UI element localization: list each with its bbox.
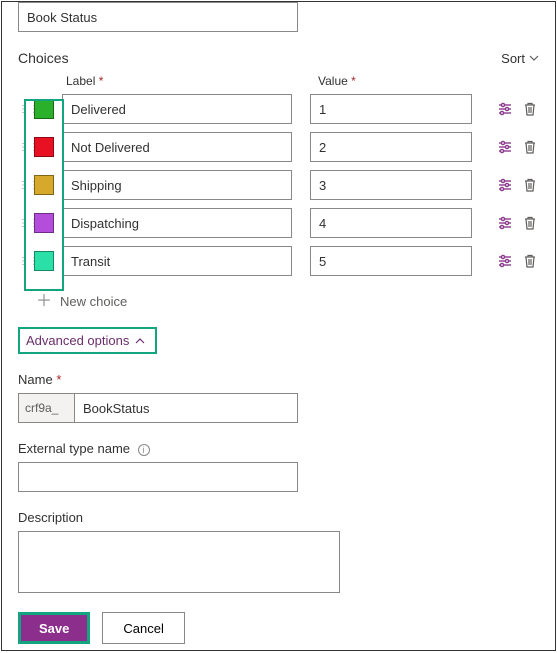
- sliders-icon[interactable]: [497, 139, 513, 155]
- choice-value-input[interactable]: [310, 208, 472, 238]
- color-swatch[interactable]: [34, 251, 54, 271]
- color-swatch[interactable]: [34, 213, 54, 233]
- color-swatch[interactable]: [34, 137, 54, 157]
- choice-row: ⋮⋮: [18, 168, 539, 202]
- advanced-options-label: Advanced options: [26, 333, 129, 348]
- choice-row: ⋮⋮: [18, 244, 539, 278]
- name-input[interactable]: [74, 393, 298, 423]
- chevron-up-icon: [135, 336, 145, 346]
- column-header-label: Label *: [66, 74, 314, 88]
- name-prefix: crf9a_: [18, 393, 74, 423]
- drag-handle-icon[interactable]: ⋮⋮: [18, 142, 30, 153]
- choice-label-input[interactable]: [62, 246, 292, 276]
- description-input[interactable]: [18, 531, 340, 593]
- trash-icon[interactable]: [523, 177, 537, 193]
- advanced-options-toggle[interactable]: Advanced options: [18, 327, 157, 354]
- choice-label-input[interactable]: [62, 208, 292, 238]
- choice-value-input[interactable]: [310, 170, 472, 200]
- new-choice-button[interactable]: ＋ New choice: [36, 294, 127, 309]
- color-swatch[interactable]: [34, 99, 54, 119]
- new-choice-label: New choice: [60, 294, 127, 309]
- choice-label-input[interactable]: [62, 170, 292, 200]
- external-type-input[interactable]: [18, 462, 298, 492]
- display-name-input[interactable]: [18, 2, 298, 32]
- sliders-icon[interactable]: [497, 215, 513, 231]
- plus-icon: ＋: [36, 295, 52, 309]
- color-swatch[interactable]: [34, 175, 54, 195]
- save-button[interactable]: Save: [18, 612, 90, 644]
- choice-label-input[interactable]: [62, 132, 292, 162]
- choice-value-input[interactable]: [310, 246, 472, 276]
- external-type-label: External type name i: [18, 441, 539, 456]
- sort-label: Sort: [501, 51, 525, 66]
- choice-value-input[interactable]: [310, 94, 472, 124]
- sliders-icon[interactable]: [497, 177, 513, 193]
- info-icon[interactable]: i: [138, 444, 150, 456]
- trash-icon[interactable]: [523, 215, 537, 231]
- name-label: Name *: [18, 372, 539, 387]
- sliders-icon[interactable]: [497, 253, 513, 269]
- choice-label-input[interactable]: [62, 94, 292, 124]
- column-header-value: Value *: [318, 74, 356, 88]
- trash-icon[interactable]: [523, 139, 537, 155]
- choices-heading: Choices: [18, 50, 69, 66]
- choice-value-input[interactable]: [310, 132, 472, 162]
- trash-icon[interactable]: [523, 253, 537, 269]
- drag-handle-icon[interactable]: ⋮⋮: [18, 104, 30, 115]
- description-label: Description: [18, 510, 539, 525]
- choice-row: ⋮⋮: [18, 130, 539, 164]
- sort-button[interactable]: Sort: [501, 51, 539, 66]
- trash-icon[interactable]: [523, 101, 537, 117]
- cancel-button[interactable]: Cancel: [102, 612, 184, 644]
- drag-handle-icon[interactable]: ⋮⋮: [18, 180, 30, 191]
- drag-handle-icon[interactable]: ⋮⋮: [18, 218, 30, 229]
- choice-row: ⋮⋮: [18, 206, 539, 240]
- chevron-down-icon: [529, 53, 539, 63]
- drag-handle-icon[interactable]: ⋮⋮: [18, 256, 30, 267]
- sliders-icon[interactable]: [497, 101, 513, 117]
- choice-row: ⋮⋮: [18, 92, 539, 126]
